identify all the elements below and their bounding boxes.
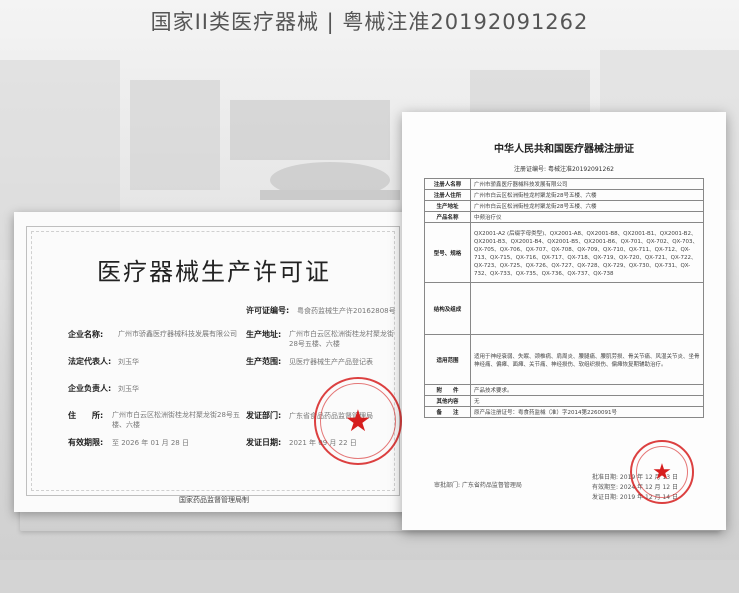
row-key: 备 注 [424,406,471,418]
company-name-value: 广州市骄鑫医疗器械科技发展有限公司 [118,330,237,338]
table-row: 型号、规格 QX2001-A2 (后缀字母类型)、QX2001-A8、QX2001… [424,222,704,283]
star-icon: ★ [344,403,372,439]
row-key: 附 件 [424,384,471,396]
license-title: 医疗器械生产许可证 [97,258,331,286]
table-row: 备 注原产品注册证号：粤食药监械（准）字2014第2260091号 [424,406,704,418]
principal-label: 企业负责人: [68,384,112,393]
table-row: 其他内容无 [424,395,704,407]
row-key: 适用范围 [424,334,471,385]
approval-department: 审批部门: 广东省药品监督管理局 [434,482,522,489]
permit-number-label: 许可证编号: [246,306,290,315]
residence-label: 住 所: [68,411,104,420]
principal-value: 刘玉华 [118,385,139,393]
registration-table: 注册人名称 广州市骄鑫医疗器械科技发展有限公司 注册人住所 广州市白云区松洲街桂龙村聚… [424,178,704,418]
production-license-certificate: 医疗器械生产许可证 许可证编号: 粤食药监械生产许20162808号 企业名称:… [14,212,414,512]
row-value: 广州市白云区松洲街桂龙村聚龙街28号五楼、六楼 [470,200,704,212]
legal-rep-value: 刘玉华 [118,358,139,366]
row-key: 生产地址 [424,200,471,212]
row-value [470,282,704,335]
validity-label: 有效期限: [68,438,104,447]
table-row: 注册人住所 广州市白云区松洲街桂龙村聚龙街28号五楼、六楼 [424,189,704,201]
row-value: 中频治疗仪 [470,211,704,223]
row-key: 结构及组成 [424,282,471,335]
star-icon: ★ [652,459,672,485]
production-address-value: 广州市白云区松洲街桂龙村聚龙街28号五楼、六楼 [289,330,394,348]
row-value: 广州市骄鑫医疗器械科技发展有限公司 [470,178,704,190]
row-value: 原产品注册证号：粤食药监械（准）字2014第2260091号 [470,406,704,418]
permit-number-value: 粤食药监械生产许20162808号 [297,307,396,315]
bottom-area [0,560,739,593]
production-address-label: 生产地址: [246,330,282,339]
row-key: 注册人名称 [424,178,471,190]
table-row: 适用范围 适用于神经衰弱、失眠、颈椎病、肩周炎、腰腿痛、腰肌劳损、骨关节痛、风湿关… [424,334,704,385]
table-row: 生产地址 广州市白云区松洲街桂龙村聚龙街28号五楼、六楼 [424,200,704,212]
row-value: 无 [470,395,704,407]
table-row: 结构及组成 [424,282,704,335]
row-key: 型号、规格 [424,222,471,283]
row-value: 产品技术要求。 [470,384,704,396]
validity-value: 至 2026 年 01 月 28 日 [112,439,189,447]
registration-certificate: 中华人民共和国医疗器械注册证 注册证编号: 粤械注准20192091262 注册… [402,112,726,530]
row-key: 产品名称 [424,211,471,223]
headline: 国家II类医疗器械 | 粤械注准20192091262 [150,10,589,34]
official-stamp: ★ [630,440,694,504]
issue-date-label: 发证日期: [246,438,282,447]
row-value: 适用于神经衰弱、失眠、颈椎病、肩周炎、腰腿痛、腰肌劳损、骨关节痛、风湿关节炎、坐… [470,334,704,385]
table-row: 注册人名称 广州市骄鑫医疗器械科技发展有限公司 [424,178,704,190]
row-key: 注册人住所 [424,189,471,201]
official-stamp: ★ [314,377,402,465]
row-value: 广州市白云区松洲街桂龙村聚龙街28号五楼、六楼 [470,189,704,201]
scope-label: 生产范围: [246,357,282,366]
scope-value: 见医疗器械生产产品登记表 [289,358,373,366]
row-key: 其他内容 [424,395,471,407]
row-value: QX2001-A2 (后缀字母类型)、QX2001-A8、QX2001-B8、Q… [470,222,704,283]
legal-rep-label: 法定代表人: [68,357,112,366]
registration-title: 中华人民共和国医疗器械注册证 [494,144,634,155]
license-footer: 国家药品监督管理局制 [179,496,249,504]
table-row: 产品名称 中频治疗仪 [424,211,704,223]
company-name-label: 企业名称: [68,330,104,339]
registration-number: 注册证编号: 粤械注准20192091262 [514,166,614,173]
table-row: 附 件产品技术要求。 [424,384,704,396]
residence-value: 广州市白云区松洲街桂龙村聚龙街28号五楼、六楼 [112,411,240,429]
issuer-label: 发证部门: [246,411,282,420]
